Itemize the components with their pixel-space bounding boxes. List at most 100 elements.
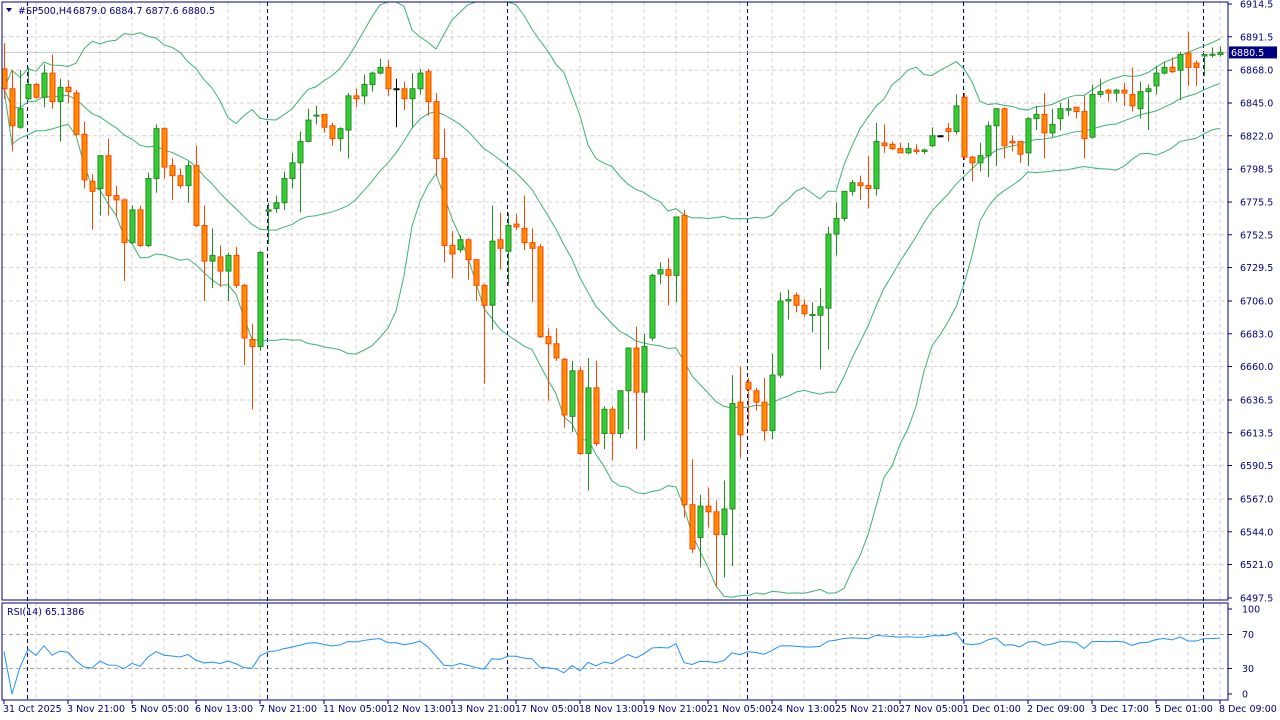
candle-body xyxy=(689,504,696,550)
candle-body xyxy=(953,105,960,132)
chart-background xyxy=(0,0,1280,720)
candle-body xyxy=(369,72,376,85)
price-tick-label: 6729.5 xyxy=(1240,263,1273,274)
candle-body xyxy=(945,128,952,132)
candle-body xyxy=(377,66,384,74)
candle-body xyxy=(185,165,192,187)
ohlc-readout: 6879.0 6884.7 6877.6 6880.5 xyxy=(73,6,215,17)
price-tick-label: 6660.0 xyxy=(1240,362,1273,373)
candle-body xyxy=(1153,72,1160,87)
time-tick-label: 2 Dec 09:00 xyxy=(1027,704,1085,715)
candle-body xyxy=(665,269,672,276)
candle-body xyxy=(1089,93,1096,138)
candle-body xyxy=(545,336,552,345)
candle-body xyxy=(385,66,392,90)
candle-body xyxy=(89,180,96,192)
candle-body xyxy=(1097,91,1104,95)
time-tick-label: 31 Oct 2025 xyxy=(3,704,62,715)
candle-body xyxy=(401,88,408,100)
candle-body xyxy=(705,505,712,513)
candle xyxy=(577,366,584,455)
price-tick-label: 6636.5 xyxy=(1240,396,1273,407)
candle-body xyxy=(129,209,136,244)
candle-body xyxy=(409,88,416,100)
candle-body xyxy=(1057,108,1064,120)
candle-body xyxy=(49,72,56,103)
candle-body xyxy=(345,95,352,131)
candle-body xyxy=(233,254,240,286)
candle-body xyxy=(329,125,336,140)
candle-body xyxy=(1025,118,1032,154)
candle xyxy=(145,172,152,247)
price-tick-label: 6798.5 xyxy=(1240,165,1273,176)
price-tick-label: 6683.0 xyxy=(1240,329,1273,340)
candle-body xyxy=(721,508,728,536)
candle-body xyxy=(745,381,752,390)
candle-body xyxy=(769,374,776,432)
candle-body xyxy=(241,284,248,339)
candle-body xyxy=(681,215,688,506)
candle-body xyxy=(697,505,704,538)
time-tick-label: 25 Nov 21:00 xyxy=(835,704,899,715)
candle xyxy=(649,273,656,341)
candle-body xyxy=(321,113,328,128)
candle-body xyxy=(1033,113,1040,120)
candle-body xyxy=(905,148,912,154)
candle-body xyxy=(961,96,968,158)
candle-body xyxy=(305,119,312,142)
time-tick-label: 11 Nov 05:00 xyxy=(323,704,387,715)
price-tick-label: 6775.5 xyxy=(1240,198,1273,209)
candle-body xyxy=(9,88,16,127)
candle-body xyxy=(977,155,984,164)
candle-body xyxy=(529,242,536,249)
candle-body xyxy=(793,294,800,306)
candle xyxy=(617,390,624,438)
candle-body xyxy=(729,403,736,510)
candle-body xyxy=(1217,51,1224,56)
candle-body xyxy=(817,306,824,316)
candle-body xyxy=(1001,108,1008,147)
candle-body xyxy=(617,390,624,434)
candle-body xyxy=(993,108,1000,127)
candle-body xyxy=(865,185,872,189)
rsi-tick-label: 100 xyxy=(1242,605,1260,616)
time-tick-label: 13 Nov 21:00 xyxy=(451,704,515,715)
candle-body xyxy=(577,370,584,454)
candle xyxy=(681,209,688,518)
candle-body xyxy=(1177,54,1184,71)
candle-body xyxy=(489,240,496,306)
candle-body xyxy=(873,140,880,189)
candle-body xyxy=(593,387,600,444)
candle-body xyxy=(673,216,680,276)
price-chart[interactable]: 6914.5 6891.5 6868.0 6845.0 6822.0 6798.5 6775… xyxy=(0,0,1280,720)
rsi-tick-label: 30 xyxy=(1242,664,1254,675)
candle-body xyxy=(913,149,920,152)
candle-body xyxy=(969,156,976,164)
candle-body xyxy=(881,142,888,147)
candle-body xyxy=(601,408,608,434)
candle-body xyxy=(201,225,208,262)
candle-body xyxy=(441,158,448,246)
candle-body xyxy=(1041,113,1048,134)
candle-body xyxy=(1169,66,1176,73)
candle-body xyxy=(737,401,744,436)
candle-body xyxy=(569,370,576,417)
candle-body xyxy=(561,358,568,416)
price-tick-label: 6497.5 xyxy=(1240,594,1273,605)
candle xyxy=(33,83,40,99)
time-tick-label: 21 Nov 05:00 xyxy=(707,704,771,715)
candle xyxy=(257,251,264,351)
candle-body xyxy=(353,95,360,100)
candle-body xyxy=(361,83,368,97)
candle-body xyxy=(425,71,432,103)
candle-body xyxy=(889,143,896,150)
candle-body xyxy=(833,217,840,235)
candle-body xyxy=(97,155,104,189)
candle-body xyxy=(481,284,488,306)
time-tick-label: 8 Dec 09:00 xyxy=(1219,704,1277,715)
candle-body xyxy=(825,233,832,309)
candle-body xyxy=(1009,140,1016,144)
candle-body xyxy=(449,244,456,255)
candle-body xyxy=(1185,52,1192,68)
candle-body xyxy=(537,246,544,338)
